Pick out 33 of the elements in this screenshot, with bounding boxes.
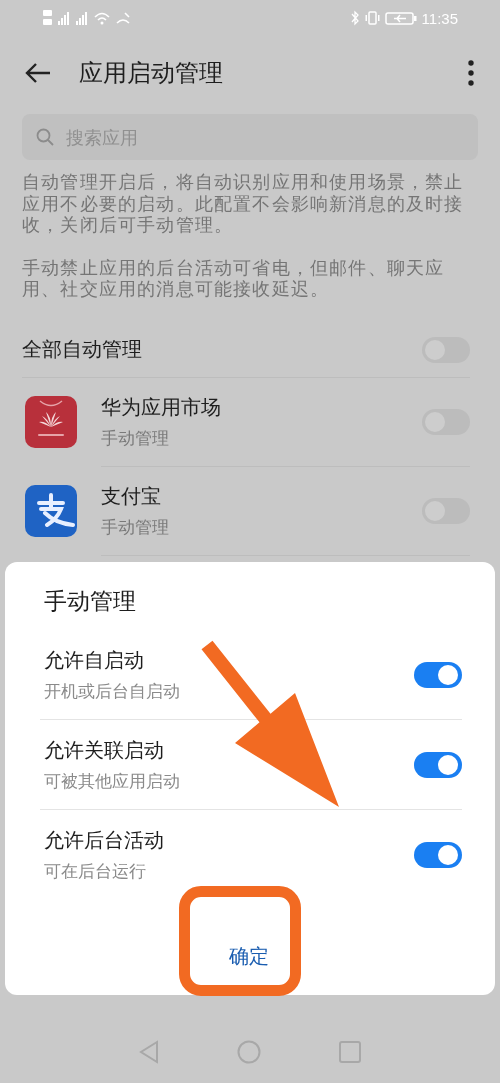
vibrate-icon — [364, 11, 380, 25]
app-status: 手动管理 — [101, 515, 169, 539]
home-icon[interactable] — [237, 1040, 261, 1064]
page-title: 应用启动管理 — [79, 58, 224, 89]
option-hint: 可在后台运行 — [44, 859, 147, 883]
signal-icon — [76, 11, 88, 25]
more-menu-icon[interactable] — [468, 60, 474, 86]
battery-icon — [384, 11, 417, 25]
bluetooth-icon — [349, 10, 360, 26]
search-icon — [36, 128, 54, 146]
app-icon — [25, 396, 77, 448]
app-name: 华为应用市场 — [101, 393, 221, 421]
setting-label: 全部自动管理 — [22, 336, 142, 363]
back-icon[interactable] — [25, 62, 51, 84]
confirm-button[interactable]: 确定 — [220, 939, 277, 974]
app-name: 支付宝 — [101, 482, 162, 510]
option-hint: 开机或后台自启动 — [44, 679, 180, 703]
recents-icon[interactable] — [339, 1041, 361, 1063]
option-label: 允许后台活动 — [44, 826, 164, 854]
option-label: 允许关联启动 — [44, 736, 165, 764]
option-hint: 可被其他应用启动 — [44, 769, 180, 793]
signal-icon — [58, 11, 70, 25]
toggle-switch[interactable] — [414, 661, 462, 688]
toggle-switch[interactable] — [414, 841, 462, 868]
back-nav-icon[interactable] — [139, 1040, 159, 1064]
toggle-switch[interactable] — [414, 751, 462, 778]
description-text: 自动管理开启后，将自动识别应用和使用场景，禁止应用不必要的启动。此配置不会影响新消息的及时接收，关闭后可手动管理。 — [22, 172, 465, 237]
description-text: 手动禁止应用的后台活动可省电，但邮件、聊天应用、社交应用的消息可能接收延迟。 — [22, 257, 446, 301]
app-status: 手动管理 — [101, 426, 170, 450]
wifi-icon — [94, 11, 110, 25]
dialog-title: 手动管理 — [44, 587, 137, 616]
option-label: 允许自启动 — [44, 646, 145, 674]
app-icon — [25, 485, 77, 537]
